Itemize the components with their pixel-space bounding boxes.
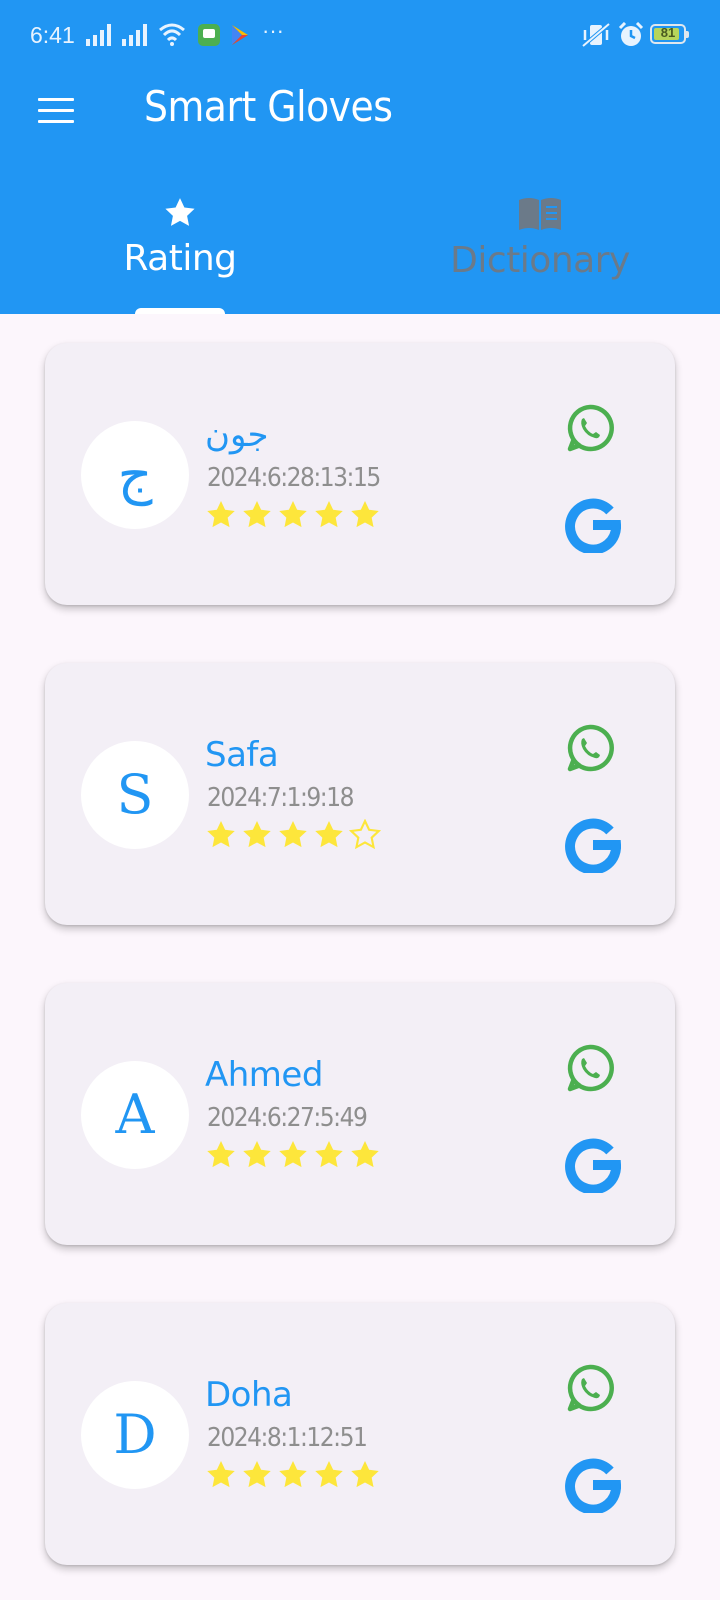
whatsapp-icon[interactable] (565, 1043, 615, 1093)
vibrate-icon (581, 22, 611, 48)
star-filled-icon (243, 501, 271, 528)
star-filled-icon (315, 821, 343, 848)
battery-level: 81 (660, 25, 676, 40)
more-notifications: ··· (262, 18, 284, 43)
star-filled-icon (243, 821, 271, 848)
tab-label: Dictionary (450, 240, 630, 281)
reviewer-name: Safa (205, 735, 279, 775)
tab-indicator (135, 308, 225, 314)
star-filled-icon (351, 1141, 379, 1168)
avatar: S (81, 741, 189, 849)
avatar: D (81, 1381, 189, 1489)
review-date: 2024:7:1:9:18 (207, 783, 354, 813)
status-time: 6:41 (30, 22, 75, 48)
tab-label: Rating (123, 238, 237, 279)
star-filled-icon (207, 821, 235, 848)
review-date: 2024:8:1:12:51 (207, 1423, 368, 1453)
star-filled-icon (315, 501, 343, 528)
google-icon[interactable] (565, 817, 621, 873)
menu-button[interactable] (38, 98, 74, 126)
star-filled-icon (315, 1461, 343, 1488)
star-rating (205, 1459, 381, 1491)
rating-card: ج جون 2024:6:28:13:15 (45, 343, 675, 605)
tab-dictionary[interactable]: Dictionary (450, 196, 630, 314)
rating-card: A Ahmed 2024:6:27:5:49 (45, 983, 675, 1245)
reviewer-name: Ahmed (205, 1055, 323, 1095)
whatsapp-icon[interactable] (565, 1363, 615, 1413)
star-filled-icon (279, 1461, 307, 1488)
book-icon (519, 198, 561, 230)
signal-icon (122, 24, 147, 46)
review-date: 2024:6:27:5:49 (207, 1103, 368, 1133)
star-icon (165, 198, 195, 226)
avatar: A (81, 1061, 189, 1169)
star-filled-icon (279, 501, 307, 528)
wifi-icon (159, 23, 185, 46)
rating-card: S Safa 2024:7:1:9:18 (45, 663, 675, 925)
star-filled-icon (243, 1141, 271, 1168)
google-icon[interactable] (565, 497, 621, 553)
star-rating (205, 1139, 381, 1171)
avatar: ج (81, 421, 189, 529)
reviewer-name: جون (205, 415, 269, 455)
page-title: Smart Gloves (144, 82, 393, 131)
app-header: 6:41 ··· 81 Smart Gloves Rating Dictiona… (0, 0, 720, 314)
star-filled-icon (207, 1461, 235, 1488)
rating-card: D Doha 2024:8:1:12:51 (45, 1303, 675, 1565)
review-date: 2024:6:28:13:15 (207, 463, 381, 493)
star-filled-icon (279, 1141, 307, 1168)
status-bar: 6:41 ··· 81 (0, 0, 720, 72)
star-rating (205, 819, 381, 851)
star-rating (205, 499, 381, 531)
star-filled-icon (351, 501, 379, 528)
menu-icon (38, 98, 74, 101)
star-filled-icon (279, 821, 307, 848)
play-store-icon (232, 25, 248, 45)
google-icon[interactable] (565, 1457, 621, 1513)
star-filled-icon (351, 1461, 379, 1488)
alarm-icon (618, 22, 644, 46)
star-filled-icon (207, 501, 235, 528)
star-filled-icon (207, 1141, 235, 1168)
tab-rating[interactable]: Rating (120, 196, 240, 314)
google-icon[interactable] (565, 1137, 621, 1193)
star-filled-icon (243, 1461, 271, 1488)
reviewer-name: Doha (205, 1375, 293, 1415)
battery-icon: 81 (650, 24, 689, 44)
star-filled-icon (315, 1141, 343, 1168)
messages-icon (198, 24, 220, 46)
star-empty-icon (349, 819, 381, 850)
whatsapp-icon[interactable] (565, 403, 615, 453)
whatsapp-icon[interactable] (565, 723, 615, 773)
signal-icon (86, 24, 111, 46)
